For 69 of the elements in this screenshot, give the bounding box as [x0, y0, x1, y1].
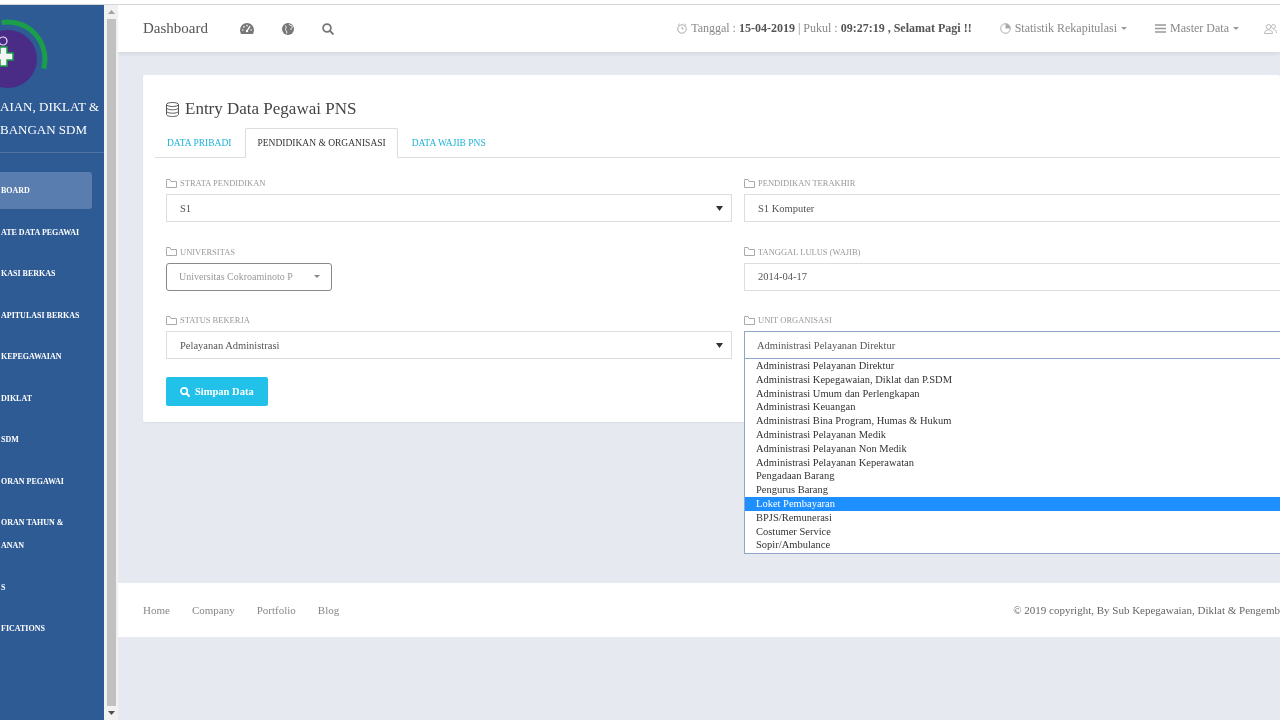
dropdown-option[interactable]: Administrasi Keuangan: [745, 400, 1280, 415]
database-icon: [166, 101, 179, 117]
alarm-clock-icon: [677, 23, 688, 34]
select-field[interactable]: Administrasi Pelayanan Direktur: [744, 331, 1280, 359]
gauge-icon[interactable]: [240, 23, 254, 34]
sidebar-item[interactable]: S: [0, 568, 92, 606]
dropdown-option[interactable]: Pengadaan Barang: [745, 469, 1280, 484]
footer-link[interactable]: Portfolio: [256, 604, 296, 616]
field-label: UNIT ORGANISASI: [758, 315, 832, 325]
dropdown-option[interactable]: Sopir/Ambulance: [745, 538, 1280, 553]
scrollbar[interactable]: [104, 5, 118, 720]
field-label: STRATA PENDIDIKAN: [180, 178, 266, 188]
dropdown-option[interactable]: Administrasi Umum dan Perlengkapan: [745, 386, 1280, 401]
text-field[interactable]: S1 Komputer: [744, 194, 1280, 222]
sidebar-item[interactable]: ORAN PEGAWAI: [0, 462, 92, 500]
sidebar-item[interactable]: BOARD: [0, 172, 92, 209]
select-field[interactable]: S1: [166, 194, 732, 222]
folder-icon: [744, 247, 755, 256]
sidebar-item[interactable]: DIKLAT: [0, 379, 92, 417]
dropdown-option[interactable]: Administrasi Bina Program, Humas & Hukum: [745, 414, 1280, 428]
scrollbar-thumb[interactable]: [106, 19, 116, 706]
list-icon: [1155, 24, 1166, 33]
footer-link[interactable]: Home: [143, 604, 170, 616]
copyright-text: © 2019 copyright, By Sub Kepegawaian, Diklat & Pengemb: [1013, 604, 1280, 616]
dropdown-option[interactable]: Pengurus Barang: [745, 483, 1280, 497]
footer-link[interactable]: Company: [191, 604, 235, 616]
pie-chart-icon: [999, 23, 1011, 34]
search-icon[interactable]: [322, 22, 334, 35]
dropdown-option[interactable]: Administrasi Pelayanan Non Medik: [745, 441, 1280, 456]
caret-icon: [314, 275, 320, 278]
folder-icon: [744, 178, 755, 188]
text-field[interactable]: 2014-04-17: [744, 262, 1280, 291]
sidebar-item[interactable]: SDM: [0, 421, 92, 458]
caret-icon: [716, 342, 723, 348]
brand-title: AIAN, DIKLAT & BANGAN SDM: [0, 98, 101, 139]
field-label: PENDIDIKAN TERAKHIR: [758, 178, 856, 188]
sidebar-item[interactable]: APITULASI BERKAS: [0, 296, 92, 334]
sidebar-item[interactable]: KEPEGAWAIAN: [0, 338, 92, 375]
dropdown-option[interactable]: BPJS/Remunerasi: [745, 510, 1280, 525]
scroll-down-icon[interactable]: [107, 711, 115, 715]
folder-icon: [744, 315, 755, 325]
field-label: TANGGAL LULUS (WAJIB): [758, 246, 861, 257]
caret-icon: [1233, 27, 1239, 30]
folder-icon: [166, 247, 177, 256]
dropdown-option[interactable]: Administrasi Kepegawaian, Diklat dan P.SDM: [745, 372, 1280, 387]
field-label: UNIVERSITAS: [180, 246, 236, 257]
tab[interactable]: PENDIDIKAN & ORGANISASI: [245, 128, 398, 158]
caret-icon: [1121, 27, 1127, 30]
field-label: STATUS BEKERJA: [180, 315, 250, 325]
panel-title: Entry Data Pegawai PNS: [185, 99, 357, 119]
date-time-text: Tanggal : 15-04-2019 | Pukul : 09:27:19 , Selamat Pagi !!: [691, 21, 972, 36]
select-field[interactable]: Pelayanan Administrasi: [166, 331, 732, 359]
sidebar-item[interactable]: ATE DATA PEGAWAI: [0, 213, 92, 251]
sidebar-item[interactable]: FICATIONS: [0, 610, 92, 647]
globe-icon[interactable]: [282, 22, 294, 35]
sidebar-item[interactable]: ORAN TAHUN & ANAN: [0, 504, 92, 564]
dropdown-option[interactable]: Administrasi Pelayanan Medik: [745, 428, 1280, 442]
sidebar-item[interactable]: KASI BERKAS: [0, 255, 92, 292]
caret-icon: [716, 205, 723, 211]
footer-link[interactable]: Blog: [317, 604, 340, 616]
nav-menu[interactable]: Statistik Rekapitulasi: [999, 21, 1127, 36]
dropdown-option[interactable]: Costumer Service: [745, 524, 1280, 539]
search-icon: [180, 386, 190, 397]
folder-icon: [166, 315, 177, 325]
dropdown-option[interactable]: Administrasi Pelayanan Direktur: [745, 359, 1280, 373]
folder-icon: [166, 178, 177, 188]
dropdown-option[interactable]: Administrasi Pelayanan Keperawatan: [745, 455, 1280, 470]
nav-menu[interactable]: Master Data: [1155, 21, 1239, 36]
dashboard-link[interactable]: Dashboard: [143, 20, 208, 37]
